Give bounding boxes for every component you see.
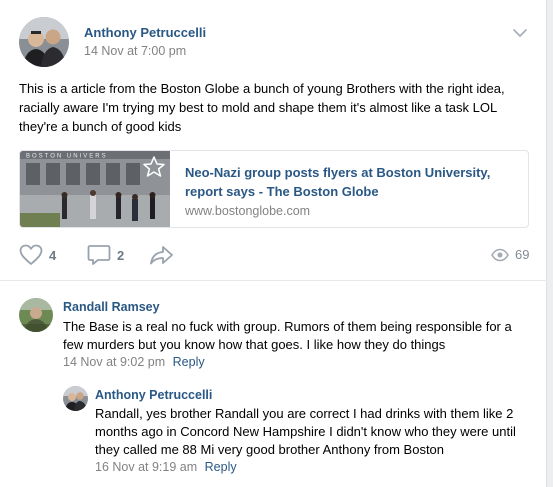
post-author-avatar[interactable] (19, 17, 69, 67)
comments-divider (0, 280, 547, 281)
share-arrow-icon (150, 246, 173, 265)
link-title[interactable]: Neo-Nazi group posts flyers at Boston Un… (185, 163, 515, 201)
like-button[interactable]: 4 (19, 244, 56, 266)
comment-meta: 14 Nov at 9:02 pm Reply (63, 355, 205, 369)
views-count: 69 (515, 247, 530, 262)
comment-author-avatar[interactable] (19, 298, 53, 332)
reply-author-avatar[interactable] (63, 386, 88, 411)
reply-timestamp[interactable]: 16 Nov at 9:19 am (95, 460, 197, 474)
heart-icon (19, 244, 43, 265)
chevron-down-icon[interactable] (512, 28, 528, 38)
comment-button[interactable]: 2 (87, 244, 124, 266)
comment-text: The Base is a real no fuck with group. R… (63, 319, 512, 352)
post-card: Anthony Petruccelli 14 Nov at 7:00 pm Th… (0, 0, 547, 487)
reply-button[interactable]: Reply (173, 355, 205, 369)
reply-text: Randall, yes brother Randall you are cor… (95, 406, 516, 457)
link-thumbnail[interactable]: BOSTON UNIVERS (20, 151, 170, 227)
views-counter: 69 (491, 247, 529, 262)
link-attachment[interactable]: BOSTON UNIVERS Neo-Nazi group posts flye… (19, 150, 529, 228)
share-button[interactable] (149, 245, 181, 265)
comment-timestamp[interactable]: 14 Nov at 9:02 pm (63, 355, 165, 369)
link-domain: www.bostonglobe.com (185, 204, 311, 218)
eye-icon (491, 248, 509, 261)
post-text: This is a article from the Boston Globe … (19, 81, 505, 134)
like-count: 4 (49, 247, 57, 263)
comment-bubble-icon (87, 245, 111, 265)
reply-button[interactable]: Reply (205, 460, 237, 474)
reply-author-name[interactable]: Anthony Petruccelli (95, 388, 212, 402)
post-timestamp[interactable]: 14 Nov at 7:00 pm (84, 44, 186, 58)
link-thumbnail-sign: BOSTON UNIVERS (26, 154, 108, 160)
post-author-name[interactable]: Anthony Petruccelli (84, 25, 206, 40)
comment-count: 2 (117, 247, 125, 263)
reply-meta: 16 Nov at 9:19 am Reply (95, 460, 237, 474)
comment-author-name[interactable]: Randall Ramsey (63, 300, 160, 314)
